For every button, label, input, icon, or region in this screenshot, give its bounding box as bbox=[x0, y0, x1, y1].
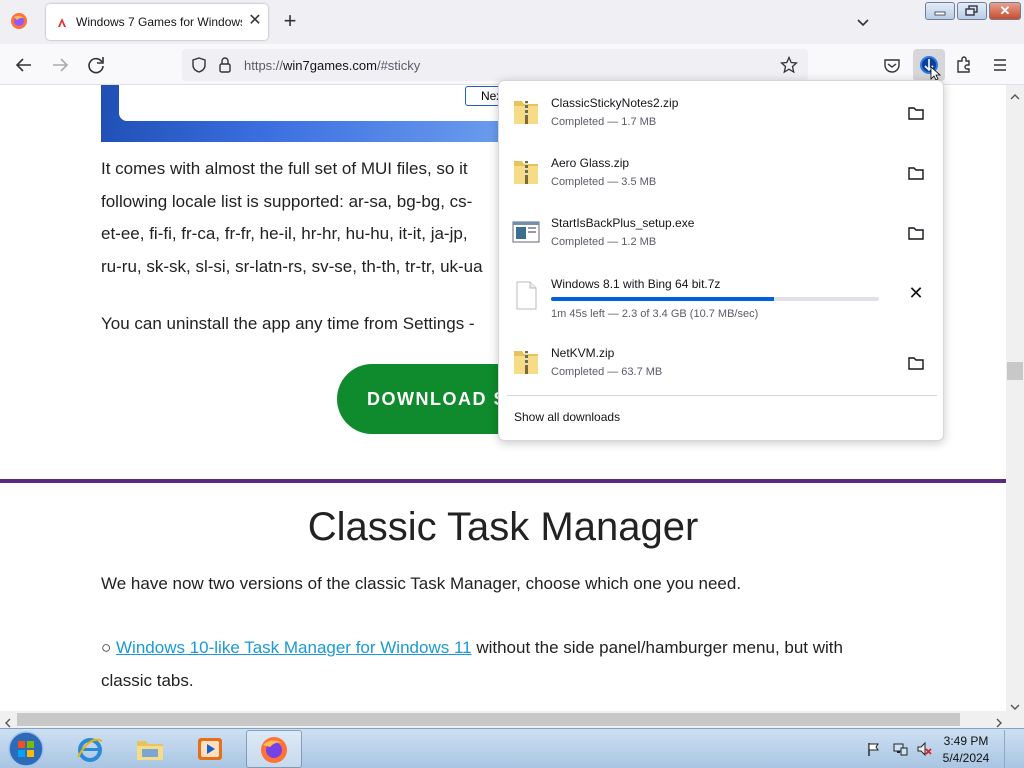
new-tab-button[interactable]: + bbox=[278, 10, 302, 34]
download-item[interactable]: ClassicStickyNotes2.zip Completed — 1.7 … bbox=[507, 87, 937, 143]
clock-time[interactable]: 3:49 PM bbox=[938, 734, 994, 748]
horizontal-scroll-thumb[interactable] bbox=[17, 713, 960, 726]
bookmark-star-icon[interactable] bbox=[779, 55, 799, 79]
url-text[interactable]: https://win7games.com/#sticky bbox=[244, 58, 420, 73]
download-progress-fill bbox=[551, 297, 775, 301]
paragraph-uninstall: You can uninstall the app any time from … bbox=[101, 314, 475, 333]
file-explorer-icon[interactable] bbox=[134, 733, 166, 765]
clock-date[interactable]: 5/4/2024 bbox=[938, 751, 994, 765]
reload-icon[interactable] bbox=[83, 52, 109, 78]
taskbar: 3:49 PM 5/4/2024 bbox=[0, 728, 1024, 768]
task-manager-link[interactable]: Windows 10-like Task Manager for Windows… bbox=[116, 638, 472, 657]
folder-icon[interactable] bbox=[906, 223, 926, 243]
bullet-marker: ○ bbox=[101, 638, 112, 657]
vertical-scroll-thumb[interactable] bbox=[1007, 362, 1023, 380]
tracking-protection-shield-icon[interactable] bbox=[190, 56, 208, 79]
action-center-flag-icon[interactable] bbox=[866, 741, 882, 757]
download-filename: Aero Glass.zip bbox=[551, 156, 630, 170]
app-menu-icon[interactable] bbox=[987, 52, 1013, 78]
article-screenshot-image: Next > bbox=[101, 85, 521, 142]
window-close-button[interactable]: ✕ bbox=[989, 2, 1021, 20]
section-divider bbox=[0, 479, 1006, 483]
download-item-in-progress[interactable]: Windows 8.1 with Bing 64 bit.7z 1m 45s l… bbox=[507, 271, 937, 327]
tab-bar: Windows 7 Games for Windows 11 and 10 ✕ … bbox=[0, 0, 1024, 44]
download-filename: ClassicStickyNotes2.zip bbox=[551, 96, 679, 110]
pocket-icon[interactable] bbox=[879, 52, 905, 78]
paragraph-line: et-ee, fi-fi, fr-ca, fr-fr, he-il, hr-hr… bbox=[101, 224, 468, 243]
download-item[interactable]: Aero Glass.zip Completed — 3.5 MB bbox=[507, 147, 937, 203]
url-host: win7games.com bbox=[283, 58, 377, 73]
forward-icon[interactable] bbox=[47, 52, 73, 78]
paragraph-line: following locale list is supported: ar-s… bbox=[101, 191, 473, 211]
list-item: ○ Windows 10-like Task Manager for Windo… bbox=[101, 631, 843, 697]
downloads-panel: ClassicStickyNotes2.zip Completed — 1.7 … bbox=[498, 80, 944, 441]
download-status: Completed — 1.7 MB bbox=[551, 116, 657, 128]
extensions-icon[interactable] bbox=[951, 52, 977, 78]
zip-folder-icon bbox=[511, 95, 541, 127]
site-favicon-icon bbox=[56, 16, 68, 28]
media-player-icon[interactable] bbox=[194, 733, 226, 765]
download-item[interactable]: StartIsBackPlus_setup.exe Completed — 1.… bbox=[507, 207, 937, 263]
volume-muted-icon[interactable] bbox=[916, 741, 932, 757]
section-title: Classic Task Manager bbox=[307, 505, 699, 549]
paragraph-locales: It comes with almost the full set of MUI… bbox=[101, 153, 483, 283]
list-item-text: without the side panel/hamburger menu, b… bbox=[471, 638, 843, 657]
zip-folder-icon bbox=[511, 155, 541, 187]
tab-title: Windows 7 Games for Windows 11 and 10 bbox=[76, 15, 242, 29]
list-item-text-continued: classic tabs. bbox=[101, 671, 194, 690]
list-all-tabs-icon[interactable] bbox=[852, 12, 874, 32]
firefox-icon bbox=[257, 733, 291, 768]
screenshot-dialog: Next > bbox=[119, 85, 521, 121]
tab-close-icon[interactable]: ✕ bbox=[246, 12, 264, 30]
folder-icon[interactable] bbox=[906, 353, 926, 373]
show-all-downloads-button[interactable]: Show all downloads bbox=[514, 410, 620, 424]
panel-divider bbox=[507, 395, 937, 396]
url-bar[interactable]: https://win7games.com/#sticky bbox=[182, 49, 808, 81]
exe-installer-icon bbox=[511, 215, 541, 247]
taskbar-firefox-button[interactable] bbox=[246, 730, 302, 768]
nav-bar: https://win7games.com/#sticky bbox=[0, 44, 1024, 85]
horizontal-scrollbar[interactable] bbox=[0, 711, 1024, 728]
download-status: 1m 45s left — 2.3 of 3.4 GB (10.7 MB/sec… bbox=[551, 308, 759, 320]
window-minimize-button[interactable] bbox=[925, 2, 955, 20]
start-button[interactable] bbox=[6, 730, 46, 768]
download-item[interactable]: NetKVM.zip Completed — 63.7 MB bbox=[507, 337, 937, 393]
paragraph-line: ru-ru, sk-sk, sl-si, sr-latn-rs, sv-se, … bbox=[101, 256, 483, 276]
vertical-scrollbar[interactable] bbox=[1006, 85, 1024, 711]
download-status: Completed — 1.2 MB bbox=[551, 236, 657, 248]
internet-explorer-icon[interactable] bbox=[74, 733, 106, 765]
folder-icon[interactable] bbox=[906, 163, 926, 183]
folder-icon[interactable] bbox=[906, 103, 926, 123]
zip-folder-icon bbox=[511, 345, 541, 377]
downloads-icon[interactable] bbox=[913, 49, 945, 81]
download-filename: Windows 8.1 with Bing 64 bit.7z bbox=[551, 277, 721, 291]
url-path: /#sticky bbox=[376, 58, 421, 73]
download-progress-bar bbox=[551, 297, 879, 301]
cancel-icon[interactable]: ✕ bbox=[906, 283, 926, 303]
window-restore-button[interactable] bbox=[957, 2, 987, 20]
url-scheme: https:// bbox=[244, 58, 284, 73]
download-status: Completed — 3.5 MB bbox=[551, 176, 657, 188]
tab-active[interactable]: Windows 7 Games for Windows 11 and 10 ✕ bbox=[46, 4, 268, 40]
firefox-view-icon[interactable] bbox=[10, 12, 28, 30]
file-icon bbox=[511, 279, 541, 311]
back-icon[interactable] bbox=[11, 52, 37, 78]
paragraph-line: It comes with almost the full set of MUI… bbox=[101, 159, 468, 178]
download-filename: StartIsBackPlus_setup.exe bbox=[551, 216, 695, 230]
show-desktop-button[interactable] bbox=[1004, 730, 1022, 768]
lock-icon[interactable] bbox=[217, 56, 233, 79]
download-filename: NetKVM.zip bbox=[551, 346, 615, 360]
scroll-up-icon[interactable] bbox=[1010, 88, 1020, 106]
download-status: Completed — 63.7 MB bbox=[551, 366, 663, 378]
network-icon[interactable] bbox=[892, 741, 908, 757]
section-description: We have now two versions of the classic … bbox=[101, 574, 742, 593]
